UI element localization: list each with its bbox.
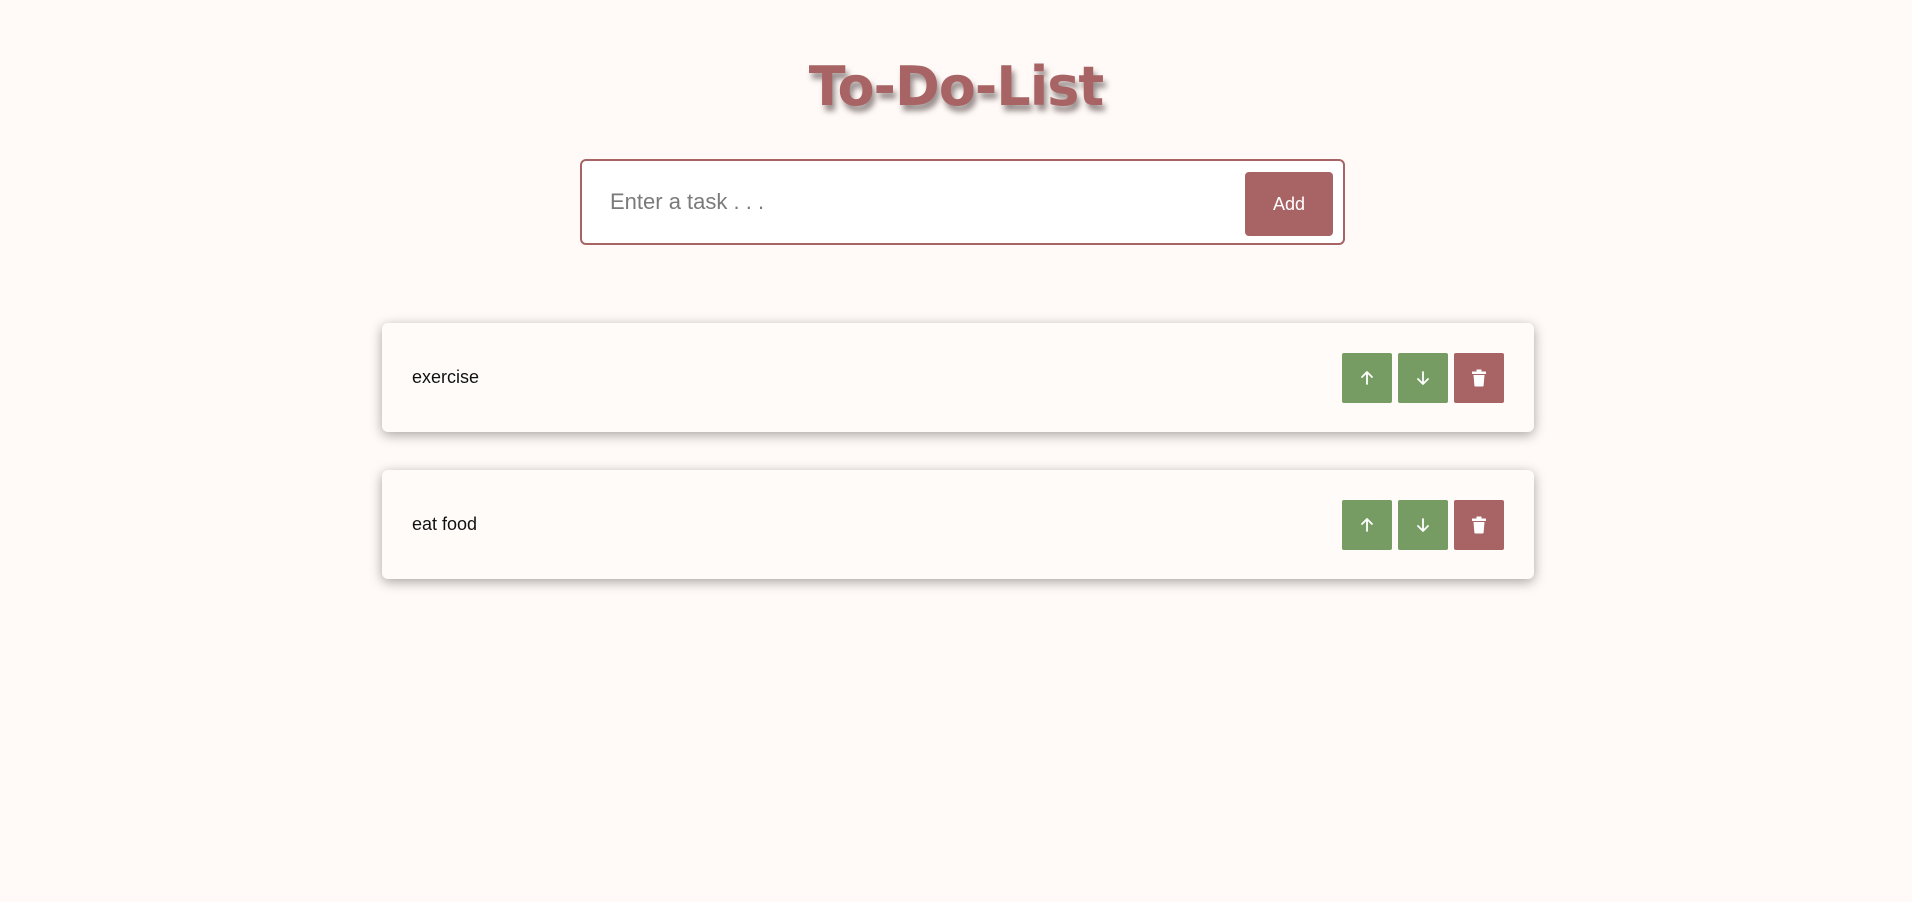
task-list: exercise eat food [382, 323, 1534, 617]
arrow-up-icon [1361, 371, 1373, 385]
task-actions [1342, 353, 1504, 403]
page-title: To-Do-List [808, 55, 1104, 118]
move-up-button[interactable] [1342, 353, 1392, 403]
trash-icon [1472, 516, 1486, 534]
move-up-button[interactable] [1342, 500, 1392, 550]
task-item: exercise [382, 323, 1534, 432]
task-text: exercise [412, 367, 480, 387]
move-down-button[interactable] [1398, 500, 1448, 550]
task-input-box: Add [580, 159, 1345, 245]
add-task-button[interactable]: Add [1245, 172, 1333, 236]
move-down-button[interactable] [1398, 353, 1448, 403]
arrow-down-icon [1417, 371, 1429, 385]
trash-icon [1472, 369, 1486, 387]
arrow-down-icon [1417, 518, 1429, 532]
delete-button[interactable] [1454, 353, 1504, 403]
task-input[interactable] [610, 177, 1250, 227]
arrow-up-icon [1361, 518, 1373, 532]
task-item: eat food [382, 470, 1534, 579]
todo-app: To-Do-List Add exercise [0, 0, 1912, 902]
task-actions [1342, 500, 1504, 550]
task-text: eat food [412, 514, 478, 534]
delete-button[interactable] [1454, 500, 1504, 550]
